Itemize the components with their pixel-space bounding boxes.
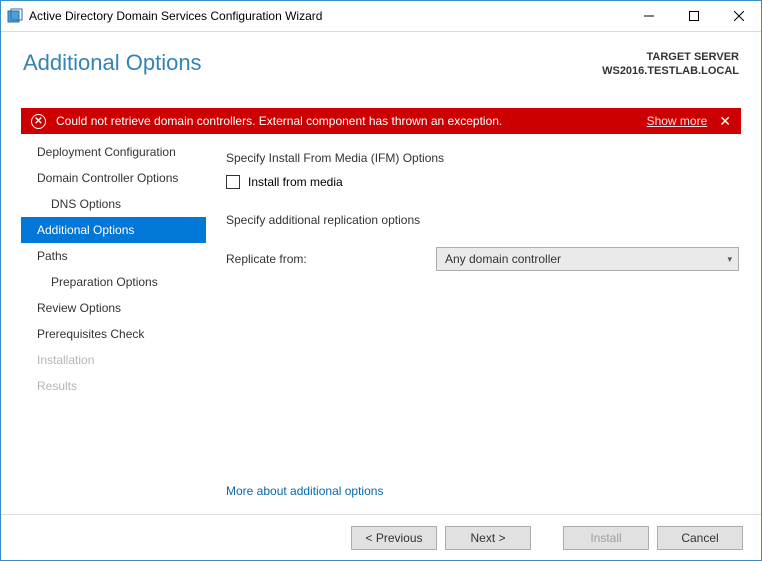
- next-button[interactable]: Next >: [445, 526, 531, 550]
- target-server-info: TARGET SERVER WS2016.TESTLAB.LOCAL: [602, 50, 739, 79]
- checkbox-icon[interactable]: [226, 175, 240, 189]
- button-bar: < Previous Next > Install Cancel: [1, 514, 761, 560]
- more-about-link[interactable]: More about additional options: [226, 484, 741, 498]
- ifm-checkbox-label: Install from media: [248, 175, 343, 189]
- replicate-label: Replicate from:: [226, 252, 436, 266]
- install-button: Install: [563, 526, 649, 550]
- sidebar-item-review[interactable]: Review Options: [21, 295, 206, 321]
- error-text: Could not retrieve domain controllers. E…: [56, 114, 647, 128]
- replicate-value: Any domain controller: [445, 252, 561, 266]
- target-value: WS2016.TESTLAB.LOCAL: [602, 64, 739, 78]
- error-icon: ✕: [31, 114, 46, 129]
- app-icon: [7, 8, 23, 24]
- cancel-button[interactable]: Cancel: [657, 526, 743, 550]
- content: Deployment Configuration Domain Controll…: [1, 139, 761, 514]
- show-more-link[interactable]: Show more: [647, 114, 708, 128]
- target-label: TARGET SERVER: [602, 50, 739, 64]
- ifm-section-title: Specify Install From Media (IFM) Options: [226, 151, 741, 165]
- main-panel: Specify Install From Media (IFM) Options…: [206, 139, 741, 514]
- window-title: Active Directory Domain Services Configu…: [29, 9, 626, 23]
- sidebar-item-installation: Installation: [21, 347, 206, 373]
- window: Active Directory Domain Services Configu…: [0, 0, 762, 561]
- error-bar: ✕ Could not retrieve domain controllers.…: [21, 108, 741, 134]
- minimize-button[interactable]: [626, 1, 671, 30]
- maximize-button[interactable]: [671, 1, 716, 30]
- previous-button[interactable]: < Previous: [351, 526, 437, 550]
- sidebar-item-additional-options[interactable]: Additional Options: [21, 217, 206, 243]
- error-close-icon[interactable]: ✕: [719, 114, 731, 128]
- sidebar-item-dc-options[interactable]: Domain Controller Options: [21, 165, 206, 191]
- sidebar-item-results: Results: [21, 373, 206, 399]
- sidebar-item-deployment[interactable]: Deployment Configuration: [21, 139, 206, 165]
- sidebar-item-prereq[interactable]: Prerequisites Check: [21, 321, 206, 347]
- chevron-down-icon: ▾: [727, 254, 732, 265]
- replicate-dropdown[interactable]: Any domain controller ▾: [436, 247, 739, 271]
- sidebar: Deployment Configuration Domain Controll…: [21, 139, 206, 514]
- sidebar-item-dns-options[interactable]: DNS Options: [21, 191, 206, 217]
- titlebar: Active Directory Domain Services Configu…: [1, 1, 761, 31]
- titlebar-controls: [626, 1, 761, 31]
- close-button[interactable]: [716, 1, 761, 30]
- replicate-row: Replicate from: Any domain controller ▾: [226, 247, 741, 271]
- sidebar-item-preparation[interactable]: Preparation Options: [21, 269, 206, 295]
- ifm-checkbox-row[interactable]: Install from media: [226, 175, 741, 189]
- page-title: Additional Options: [23, 50, 202, 76]
- repl-section-title: Specify additional replication options: [226, 213, 741, 227]
- header: Additional Options TARGET SERVER WS2016.…: [1, 32, 761, 96]
- sidebar-item-paths[interactable]: Paths: [21, 243, 206, 269]
